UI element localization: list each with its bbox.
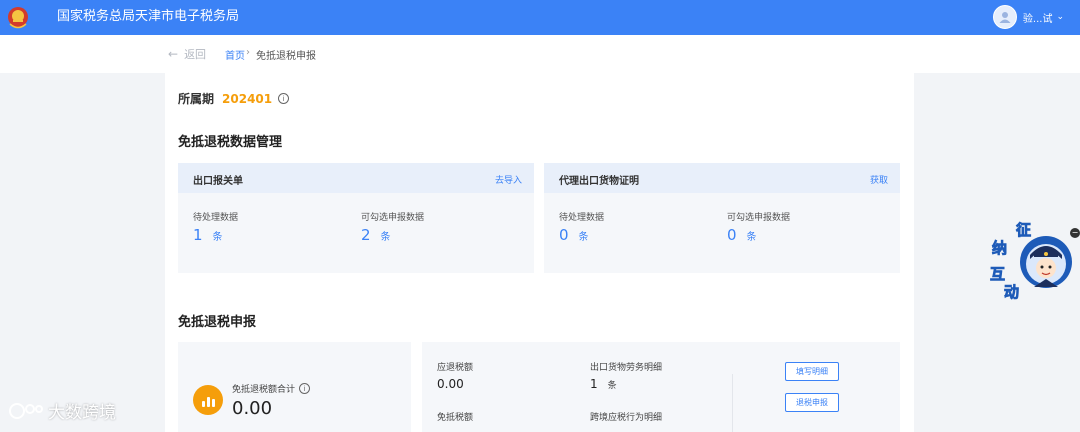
back-button[interactable]: ← 返回 [168, 46, 206, 62]
total-amount-card: 免抵退税额合计 i 0.00 [178, 342, 411, 432]
main-panel: 所属期 202401 i 免抵退税数据管理 出口报关单 去导入 待处理数据 1 … [165, 73, 914, 432]
pending-value[interactable]: 0 [559, 226, 569, 244]
tax-emblem-icon [8, 7, 28, 29]
chevron-down-icon[interactable]: ⌄ [1056, 12, 1064, 22]
customs-declaration-card: 出口报关单 去导入 待处理数据 1 条 可勾选申报数据 2 条 [178, 163, 534, 273]
export-detail-value[interactable]: 1 [590, 377, 598, 391]
pending-label: 待处理数据 [193, 213, 239, 223]
period-row: 所属期 202401 i [178, 90, 290, 107]
card-header: 出口报关单 去导入 [178, 163, 534, 193]
officer-mascot-icon[interactable]: 征 纳 互 动 [986, 221, 1080, 303]
breadcrumb-separator: › [246, 47, 250, 58]
selectable-count[interactable]: 0 条 [727, 226, 757, 244]
user-menu[interactable]: 验...试 ⌄ [992, 5, 1064, 29]
total-label-row: 免抵退税额合计 i [232, 382, 311, 395]
pending-unit: 条 [212, 232, 223, 243]
declaration-detail-card: 应退税额 0.00 免抵税额 出口货物劳务明细 1条 跨境应税行为明细 填写明细… [422, 342, 900, 432]
divider [732, 374, 733, 432]
exempt-label: 免抵税额 [437, 413, 474, 423]
declaration-title: 免抵退税申报 [178, 315, 257, 330]
refund-value: 0.00 [437, 377, 464, 391]
collapse-widget-icon[interactable]: − [1070, 228, 1080, 238]
breadcrumb-current: 免抵退税申报 [256, 51, 316, 62]
selectable-value[interactable]: 0 [727, 226, 737, 244]
pending-value[interactable]: 1 [193, 226, 203, 244]
selectable-unit: 条 [380, 232, 391, 243]
period-label: 所属期 [178, 92, 215, 106]
widget-char-2: 纳 [992, 239, 1007, 257]
card-title: 出口报关单 [193, 176, 243, 187]
export-detail-label: 出口货物劳务明细 [590, 363, 663, 373]
period-value: 202401 [222, 91, 273, 106]
watermark: 大数跨境 [8, 398, 116, 423]
info-icon[interactable]: i [278, 93, 290, 104]
user-name[interactable]: 验...试 [1023, 10, 1053, 25]
user-avatar-icon[interactable] [992, 5, 1017, 29]
tax-interaction-widget[interactable]: 征 纳 互 动 [986, 221, 1080, 303]
agent-export-card: 代理出口货物证明 获取 待处理数据 0 条 可勾选申报数据 0 条 [544, 163, 900, 273]
selectable-label: 可勾选申报数据 [727, 213, 791, 223]
import-link[interactable]: 去导入 [495, 173, 522, 186]
bar-chart-icon [193, 385, 223, 415]
pending-unit: 条 [578, 232, 589, 243]
widget-char-3: 互 [990, 265, 1005, 283]
export-detail-unit: 条 [607, 381, 617, 391]
widget-char-1: 征 [1016, 221, 1031, 239]
back-label[interactable]: 返回 [184, 46, 206, 62]
cross-border-label: 跨境应税行为明细 [590, 413, 663, 423]
total-label: 免抵退税额合计 [232, 385, 296, 395]
fetch-link[interactable]: 获取 [870, 173, 888, 186]
refund-declare-button[interactable]: 退税申报 [785, 393, 839, 412]
selectable-label: 可勾选申报数据 [361, 213, 425, 223]
pending-label: 待处理数据 [559, 213, 605, 223]
pending-count[interactable]: 0 条 [559, 226, 589, 244]
total-value: 0.00 [232, 398, 273, 419]
widget-char-4: 动 [1004, 283, 1019, 301]
card-title: 代理出口货物证明 [559, 176, 639, 187]
refund-label: 应退税额 [437, 363, 474, 373]
watermark-logo-icon [9, 402, 43, 419]
breadcrumb-bar: ← 返回 首页 › 免抵退税申报 [0, 35, 1080, 73]
data-mgmt-title: 免抵退税数据管理 [178, 135, 283, 150]
back-arrow-icon: ← [168, 47, 179, 61]
card-header: 代理出口货物证明 获取 [544, 163, 900, 193]
selectable-count[interactable]: 2 条 [361, 226, 391, 244]
export-detail-count[interactable]: 1条 [590, 377, 617, 391]
info-icon[interactable]: i [299, 383, 311, 394]
pending-count[interactable]: 1 条 [193, 226, 223, 244]
top-nav-bar: 国家税务总局天津市电子税务局 验...试 ⌄ [0, 0, 1080, 35]
user-icon [999, 12, 1011, 23]
selectable-value[interactable]: 2 [361, 226, 371, 244]
watermark-text: 大数跨境 [48, 403, 116, 423]
breadcrumb-home-link[interactable]: 首页 [225, 47, 245, 62]
fill-detail-button[interactable]: 填写明细 [785, 362, 839, 381]
selectable-unit: 条 [746, 232, 757, 243]
site-title: 国家税务总局天津市电子税务局 [57, 9, 240, 24]
